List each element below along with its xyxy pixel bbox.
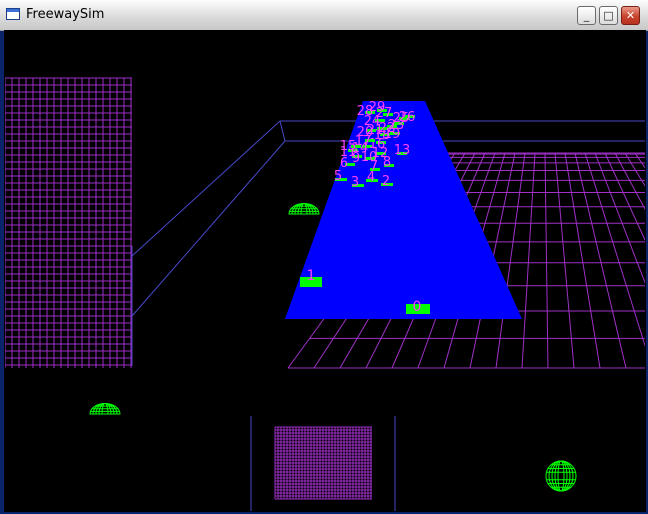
bottom-grid-square [274, 426, 372, 500]
left-wall-grid [5, 77, 132, 368]
window-icon[interactable] [6, 8, 20, 20]
maximize-icon: □ [603, 9, 614, 22]
app-window: FreewaySim _ □ ✕ 0 1 2 3 4 5 6 7 8 9 10 … [0, 0, 648, 514]
title-bar[interactable]: FreewaySim _ □ ✕ [0, 0, 648, 31]
vehicle-label-29: 29 [369, 100, 386, 115]
close-icon: ✕ [625, 9, 636, 22]
vehicle-label-26: 26 [399, 110, 416, 125]
vehicle-label-3: 3 [351, 175, 359, 190]
vehicle-label-1: 1 [307, 268, 316, 284]
window-title: FreewaySim [26, 7, 105, 22]
minimize-icon: _ [583, 9, 590, 22]
vehicle-label-13: 13 [394, 143, 411, 158]
vehicle-label-5: 5 [334, 169, 342, 184]
maximize-button[interactable]: □ [599, 6, 618, 25]
simulation-viewport[interactable]: 0 1 2 3 4 5 6 7 8 9 10 11 12 13 14 15 16 17 18 19 20 21 22 23 24… [4, 30, 646, 512]
minimize-button[interactable]: _ [577, 6, 596, 25]
vehicle-label-0: 0 [413, 299, 422, 315]
scene-canvas: 0123 456 7 89 1011 12 131415 1617 18192021222324… [5, 77, 645, 511]
close-button[interactable]: ✕ [621, 6, 640, 25]
vehicle-label-2: 2 [382, 174, 390, 189]
